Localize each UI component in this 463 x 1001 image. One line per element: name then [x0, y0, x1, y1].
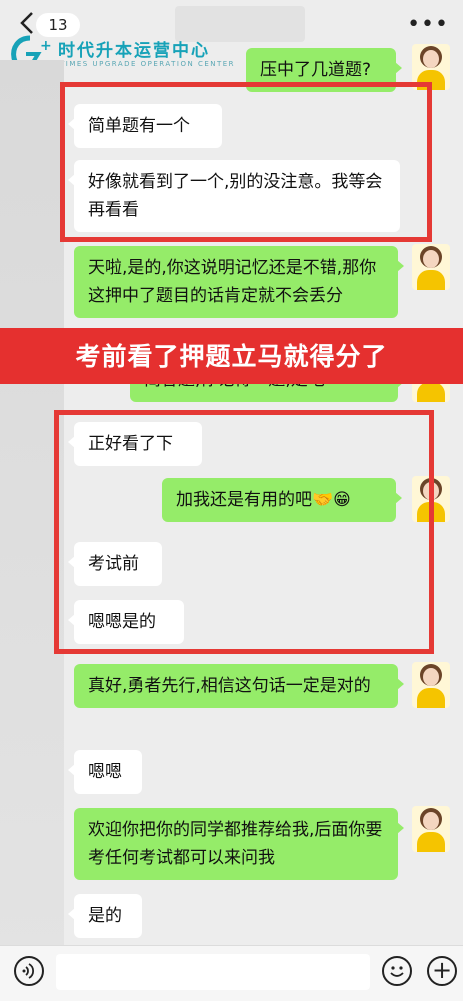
message-text: 压中了几道题? — [260, 60, 372, 80]
more-icon[interactable]: ••• — [407, 14, 449, 36]
avatar[interactable] — [412, 244, 450, 290]
message-text: 欢迎你把你的同学都推荐给我,后面你要考任何考试都可以来问我 — [88, 820, 383, 868]
svg-text:+: + — [40, 38, 52, 54]
message-input[interactable] — [56, 954, 370, 990]
message-received-6[interactable]: 嗯嗯 — [68, 750, 142, 794]
annotation-box-2 — [54, 410, 434, 654]
annotation-box-1 — [60, 82, 432, 242]
avatar[interactable] — [412, 662, 450, 708]
input-bar: + — [0, 945, 463, 1001]
message-text: 是的 — [88, 906, 122, 926]
voice-input-icon[interactable] — [14, 956, 44, 986]
avatar[interactable] — [412, 806, 450, 852]
banner-text: 考前看了押题立马就得分了 — [75, 342, 388, 371]
message-text: 真好,勇者先行,相信这句话一定是对的 — [88, 676, 371, 696]
logo-name-cn: 时代升本运营中心 — [58, 41, 210, 61]
smiley-face-icon — [390, 966, 404, 977]
logo-name-en: TIMES UPGRADE OPERATION CENTER — [60, 60, 236, 68]
message-sent-2[interactable]: 天啦,是的,你这说明记忆还是不错,那你这押中了题目的话肯定就不会丢分 — [74, 246, 404, 318]
message-received-7[interactable]: 是的 — [68, 894, 142, 938]
message-text: 嗯嗯 — [88, 762, 122, 782]
promo-banner: 考前看了押题立马就得分了 — [0, 328, 463, 384]
message-sent-6[interactable]: 欢迎你把你的同学都推荐给我,后面你要考任何考试都可以来问我 — [74, 808, 404, 880]
message-text: 天啦,是的,你这说明记忆还是不错,那你这押中了题目的话肯定就不会丢分 — [88, 258, 377, 306]
voice-wave-icon — [22, 963, 35, 979]
emoji-icon[interactable] — [382, 956, 412, 986]
message-sent-5[interactable]: 真好,勇者先行,相信这句话一定是对的 — [74, 664, 404, 708]
plus-icon[interactable]: + — [427, 956, 457, 986]
